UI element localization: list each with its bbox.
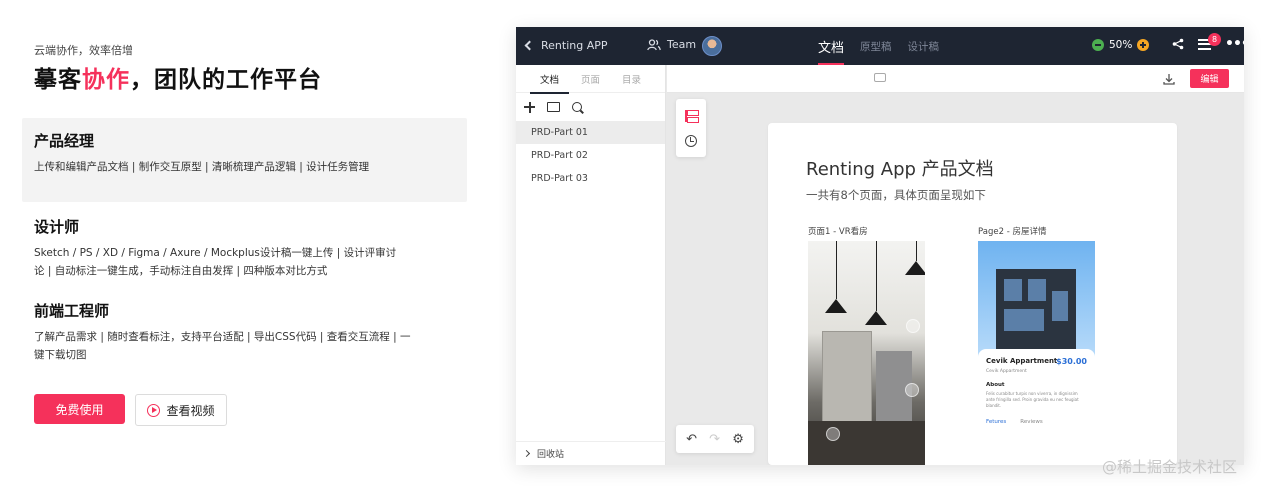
download-icon[interactable]	[1163, 73, 1175, 85]
project-name: Renting APP	[541, 39, 608, 52]
page: 云端协作，效率倍增 摹客协作，团队的工作平台 产品经理 上传和编辑产品文档 | …	[0, 0, 1280, 493]
property-location: Cevik Appartment	[986, 369, 1027, 374]
headline-accent: 协作	[82, 67, 130, 93]
kitchen-cabinet	[822, 331, 872, 431]
history-icon[interactable]	[685, 134, 697, 147]
vr-hotspot-icon[interactable]	[906, 319, 920, 333]
sidebar-toolbar	[516, 93, 665, 121]
settings-icon[interactable]: ⚙	[732, 432, 744, 447]
team-button[interactable]: Team	[647, 38, 696, 51]
top-tabs: 文档 原型稿 设计稿	[818, 27, 939, 65]
role-desc: 上传和编辑产品文档 | 制作交互原型 | 清晰梳理产品逻辑 | 设计任务管理	[34, 161, 370, 173]
role-card-designer[interactable]: 设计师 Sketch / PS / XD / Figma / Axure / M…	[22, 204, 467, 292]
window	[1004, 309, 1044, 331]
watch-video-label: 查看视频	[166, 403, 215, 418]
lamp-shade	[825, 299, 847, 313]
doc-toolbar: 编辑	[667, 65, 1244, 93]
search-icon[interactable]	[572, 102, 582, 112]
sidebar-tab-toc[interactable]: 目录	[622, 65, 641, 93]
window	[1028, 279, 1046, 301]
page1-label: 页面1 - VR看房	[808, 227, 868, 237]
back-button[interactable]: Renting APP	[524, 39, 608, 52]
about-title: About	[986, 382, 1005, 388]
chevron-left-icon	[524, 40, 535, 51]
edit-button[interactable]: 编辑	[1190, 69, 1229, 88]
sidebar-tab-pages[interactable]: 页面	[581, 65, 600, 93]
notification-badge: 8	[1208, 33, 1221, 46]
trash-bin[interactable]: 回收站	[516, 441, 666, 465]
window	[1052, 291, 1068, 321]
doc-subtitle: 一共有8个页面，具体页面呈现如下	[806, 188, 986, 202]
headline-prefix: 摹客	[34, 67, 82, 93]
window	[1004, 279, 1022, 301]
vr-hotspot-icon[interactable]	[826, 427, 840, 441]
zoom-control: 50%	[1092, 39, 1150, 51]
role-title: 设计师	[34, 218, 80, 236]
free-use-button[interactable]: 免费使用	[34, 394, 125, 424]
tab-reviews[interactable]: Reviews	[1020, 419, 1043, 425]
watermark: @稀土掘金技术社区	[1102, 458, 1238, 476]
zoom-in-icon[interactable]	[1137, 39, 1150, 51]
headline: 摹客协作，团队的工作平台	[34, 60, 322, 94]
sidebar: 文档 页面 目录 PRD-Part 01 PRD-Part 02 PRD-Par…	[516, 65, 666, 465]
team-icon	[647, 38, 661, 50]
page2-label: Page2 - 房屋详情	[978, 227, 1047, 237]
lamp-shade	[905, 261, 925, 275]
undo-toolbar: ↶ ↷ ⚙	[676, 425, 754, 453]
role-card-product-manager[interactable]: 产品经理 上传和编辑产品文档 | 制作交互原型 | 清晰梳理产品逻辑 | 设计任…	[22, 118, 467, 202]
role-card-frontend-engineer[interactable]: 前端工程师 了解产品需求 | 随时查看标注，支持平台适配 | 导出CSS代码 |…	[22, 288, 467, 376]
outline-tools	[676, 99, 706, 157]
sidebar-tab-docs[interactable]: 文档	[529, 65, 570, 94]
trash-label: 回收站	[537, 450, 565, 460]
doc-item-prd-01[interactable]: PRD-Part 01	[516, 121, 665, 144]
building-image	[996, 269, 1076, 359]
zoom-out-icon[interactable]	[1092, 39, 1104, 51]
more-icon[interactable]: •••	[1225, 37, 1244, 51]
role-title: 前端工程师	[34, 302, 110, 320]
doc-item-prd-03[interactable]: PRD-Part 03	[516, 167, 665, 190]
about-text: Felis curabitur turpis non viverra, in d…	[986, 391, 1079, 408]
vr-hotspot-icon[interactable]	[905, 383, 919, 397]
lamp-shade	[865, 311, 887, 325]
role-desc: 了解产品需求 | 随时查看标注，支持平台适配 | 导出CSS代码 | 查看交互流…	[34, 331, 411, 361]
zoom-level: 50%	[1109, 39, 1133, 51]
outline-icon[interactable]	[685, 109, 699, 123]
kitchen-counter	[808, 421, 925, 465]
tab-docs[interactable]: 文档	[818, 27, 845, 65]
watch-video-button[interactable]: 查看视频	[135, 394, 227, 426]
role-desc: Sketch / PS / XD / Figma / Axure / Mockp…	[34, 247, 397, 277]
redo-icon[interactable]: ↷	[709, 432, 720, 447]
comment-icon[interactable]	[874, 73, 886, 82]
phone-mockup-detail: Cevik Appartment $30.00 Cevik Appartment…	[978, 241, 1095, 465]
phone-mockup-vr	[808, 241, 925, 465]
document-canvas: Renting App 产品文档 一共有8个页面，具体页面呈现如下 页面1 - …	[768, 123, 1177, 465]
play-circle-icon	[147, 403, 161, 417]
tab-designs[interactable]: 设计稿	[908, 27, 940, 65]
tab-prototypes[interactable]: 原型稿	[860, 27, 892, 65]
share-icon[interactable]	[1172, 38, 1184, 50]
headline-suffix: ，团队的工作平台	[130, 67, 322, 93]
avatar[interactable]	[702, 36, 722, 56]
role-title: 产品经理	[34, 132, 95, 150]
property-card: Cevik Appartment $30.00 Cevik Appartment…	[978, 349, 1095, 465]
app-window: Renting APP Team 文档 原型稿 设计稿 50% •• 8 文档 …	[516, 27, 1244, 465]
lamp-cord	[876, 241, 877, 311]
doc-item-prd-02[interactable]: PRD-Part 02	[516, 144, 665, 167]
app-topbar: Renting APP Team 文档 原型稿 设计稿 50% •• 8	[516, 27, 1244, 65]
team-label: Team	[667, 38, 697, 51]
lamp-cord	[836, 241, 837, 299]
marketing-panel: 云端协作，效率倍增 摹客协作，团队的工作平台 产品经理 上传和编辑产品文档 | …	[22, 0, 474, 493]
eyebrow-text: 云端协作，效率倍增	[34, 44, 133, 57]
folder-icon[interactable]	[547, 102, 560, 112]
cta-row: 免费使用 查看视频	[34, 394, 227, 426]
doc-title: Renting App 产品文档	[806, 159, 994, 180]
add-icon[interactable]	[524, 101, 535, 113]
chevron-right-icon	[522, 449, 531, 458]
lamp-cord	[916, 241, 917, 261]
sidebar-tabs: 文档 页面 目录	[516, 65, 665, 94]
property-price: $30.00	[1056, 357, 1087, 366]
tab-features[interactable]: Fetures	[986, 419, 1006, 425]
undo-icon[interactable]: ↶	[686, 432, 697, 447]
property-tabs: Fetures Reviews	[986, 419, 1087, 425]
